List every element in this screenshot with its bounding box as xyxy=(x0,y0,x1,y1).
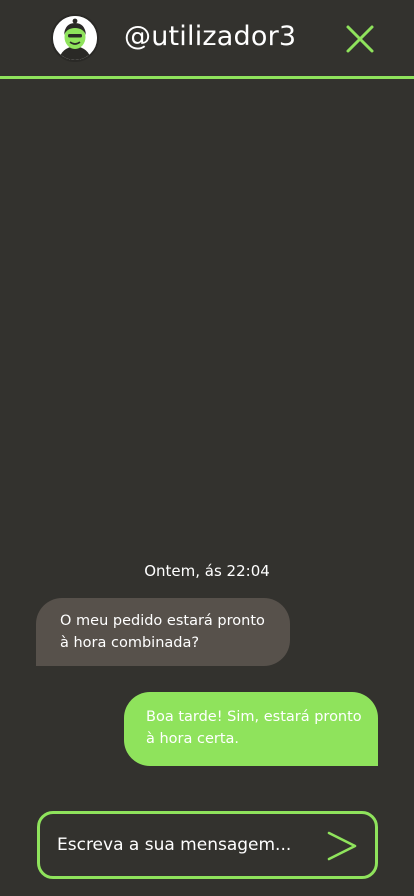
close-icon xyxy=(346,25,374,53)
message-input[interactable] xyxy=(57,829,307,861)
user-avatar[interactable] xyxy=(51,14,99,62)
message-text-line: à hora certa. xyxy=(146,731,240,747)
message-text-line: Boa tarde! Sim, estará pronto xyxy=(146,709,362,725)
message-text-line: O meu pedido estará pronto xyxy=(60,613,265,629)
send-arrow-icon xyxy=(327,831,357,861)
message-text-line: à hora combinada? xyxy=(60,635,200,651)
chat-header: @utilizador3 xyxy=(0,0,414,77)
send-button[interactable] xyxy=(325,830,359,862)
outgoing-message-bubble: Boa tarde! Sim, estará pronto à hora cer… xyxy=(124,692,378,766)
user-avatar-icon xyxy=(53,16,97,60)
message-timestamp: Ontem, ás 22:04 xyxy=(144,562,270,580)
header-divider xyxy=(0,76,414,79)
close-button[interactable] xyxy=(341,20,379,58)
chat-username: @utilizador3 xyxy=(124,21,297,52)
incoming-message-bubble: O meu pedido estará pronto à hora combin… xyxy=(36,598,290,666)
message-composer xyxy=(37,811,378,879)
